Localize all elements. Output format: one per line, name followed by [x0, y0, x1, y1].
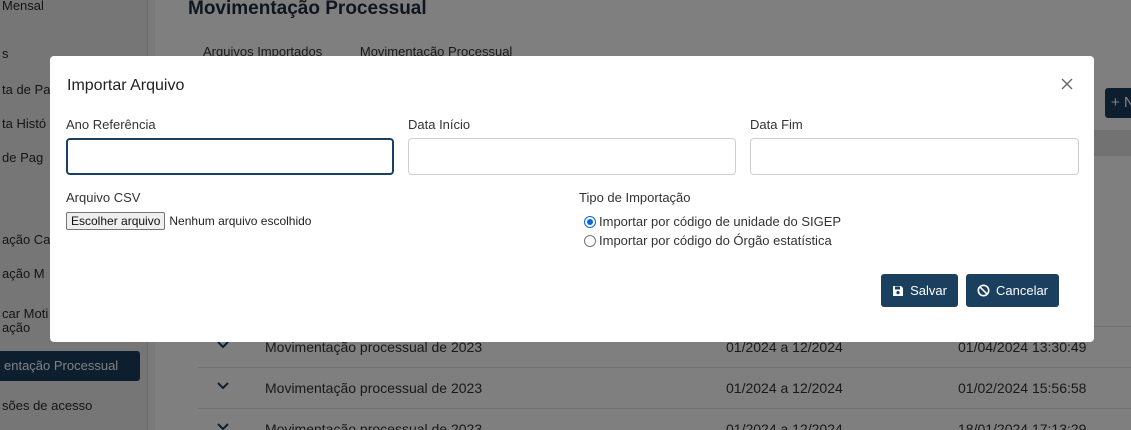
ano-referencia-label: Ano Referência: [66, 117, 156, 132]
data-inicio-input[interactable]: [408, 138, 736, 175]
radio-button-checked[interactable]: [584, 215, 596, 228]
radio-option-label: Importar por código de unidade do SIGEP: [599, 214, 842, 229]
ban-icon: [977, 284, 990, 297]
choose-file-button[interactable]: Escolher arquivo: [66, 212, 166, 230]
radio-option-sigep[interactable]: Importar por código de unidade do SIGEP: [584, 214, 841, 229]
data-fim-input[interactable]: [750, 138, 1079, 175]
arquivo-csv-label: Arquivo CSV: [66, 190, 141, 205]
save-icon: [893, 285, 904, 296]
cancel-button-label: Cancelar: [995, 283, 1049, 298]
radio-option-orgao[interactable]: Importar por código do Órgão estatística: [584, 233, 832, 248]
data-fim-label: Data Fim: [750, 117, 803, 132]
save-button[interactable]: Salvar: [881, 274, 958, 307]
ano-referencia-input[interactable]: [66, 138, 394, 175]
data-inicio-label: Data Início: [408, 117, 471, 132]
close-icon[interactable]: [1060, 75, 1074, 95]
tipo-importacao-label: Tipo de Importação: [579, 190, 691, 205]
file-status: Nenhum arquivo escolhido: [169, 214, 312, 228]
modal-title: Importar Arquivo: [67, 77, 185, 94]
save-button-label: Salvar: [910, 283, 947, 298]
cancel-button[interactable]: Cancelar: [966, 274, 1059, 307]
file-picker: Escolher arquivo Nenhum arquivo escolhido: [66, 212, 311, 230]
radio-button[interactable]: [584, 234, 596, 247]
import-file-modal: Importar Arquivo Ano Referência Data Iní…: [50, 56, 1094, 342]
radio-option-label: Importar por código do Órgão estatística: [599, 233, 832, 248]
